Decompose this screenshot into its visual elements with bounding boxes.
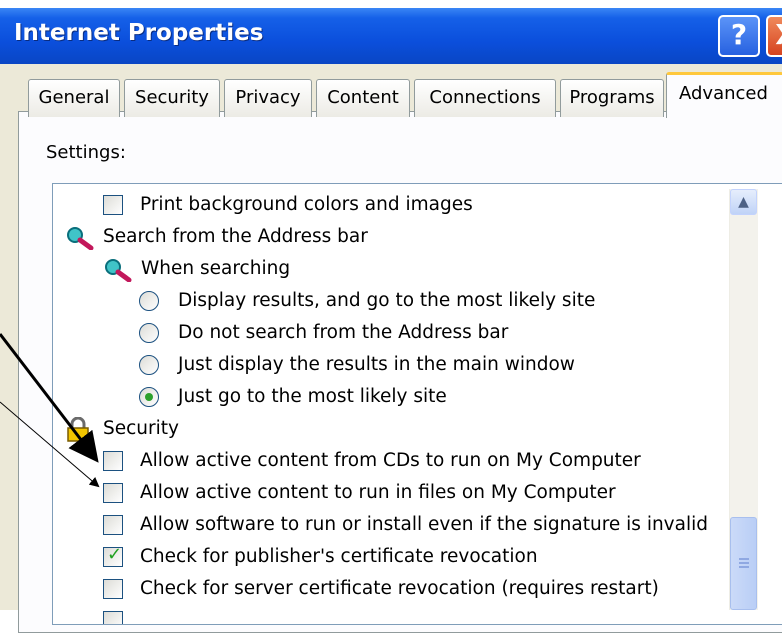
tab-advanced[interactable]: Advanced	[666, 72, 782, 118]
annotation-arrow-1	[0, 333, 99, 463]
checkbox[interactable]	[103, 611, 123, 624]
annotation-arrows	[0, 333, 100, 488]
